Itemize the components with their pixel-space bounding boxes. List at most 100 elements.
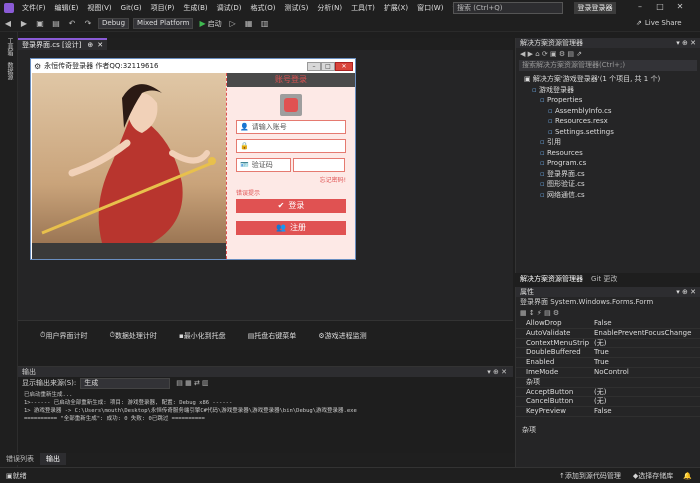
layout-icon[interactable]: ▦ [244, 19, 254, 29]
form-close-icon[interactable]: ✕ [335, 61, 353, 71]
solution-tree-item[interactable]: ▫ 网络通信.cs [516, 190, 700, 201]
output-panel: 输出 ▾ ⊕ ✕ 显示输出来源(S): 生成 ▤ ▦ ⇄ ▥ 已启动重新生成..… [18, 366, 513, 452]
property-row[interactable]: DoubleBuffered True [516, 348, 700, 359]
menu-item[interactable]: 工具(T) [351, 3, 375, 13]
output-tool-icons[interactable]: ▤ ▦ ⇄ ▥ [176, 379, 208, 387]
captcha-image[interactable] [293, 158, 345, 172]
menu-item[interactable]: 分析(N) [317, 3, 342, 13]
tab-error-list[interactable]: 错误列表 [0, 454, 40, 464]
password-input[interactable]: 🔒 [236, 139, 346, 153]
property-row[interactable]: KeyPreview False [516, 407, 700, 417]
solution-tree-item[interactable]: ▫ Settings.settings [516, 127, 700, 138]
properties-tool-icons[interactable]: ▦ ↕ ⚡ ▤ ⚙ [516, 308, 700, 319]
visual-studio-logo-icon [4, 3, 14, 13]
panel-menu-icon[interactable]: ▾ ⊕ ✕ [676, 287, 696, 297]
tray-item-notify[interactable]: ▪ 最小化到托盘 [179, 331, 226, 341]
property-row[interactable]: AllowDrop False [516, 319, 700, 329]
tab-git-changes[interactable]: Git 更改 [587, 274, 621, 284]
account-input[interactable]: 👤 请输入账号 [236, 120, 346, 134]
toolbox-tab[interactable]: 工具箱 [5, 38, 14, 56]
form-minimize-icon[interactable]: – [307, 61, 321, 71]
menu-item[interactable]: 窗口(W) [417, 3, 443, 13]
solution-title-badge: 登录登录器 [574, 2, 616, 14]
select-repo-button[interactable]: 选择存储库 [638, 471, 673, 481]
tray-item-process-monitor[interactable]: ⚙ 游戏进程监测 [318, 331, 366, 341]
designed-form[interactable]: ⚙ 永恒传奇登录器 作者QQ:32119616 – □ ✕ 账号登录 👤 请输入… [30, 58, 356, 260]
configuration-select[interactable]: Debug [98, 18, 130, 29]
login-button[interactable]: ✔ 登录 [236, 199, 346, 213]
tray-item-context-menu[interactable]: ▤ 托盘右键菜单 [248, 331, 297, 341]
property-row[interactable]: ContextMenuStrip (无) [516, 339, 700, 349]
solution-search-input[interactable]: 搜索解决方案资源管理器(Ctrl+;) [519, 60, 697, 71]
file-icon: ▫ [540, 159, 547, 167]
menu-item[interactable]: 扩展(X) [384, 3, 408, 13]
menu-item[interactable]: 项目(P) [151, 3, 175, 13]
component-tray: ⏱ 用户界面计时 ⏱ 数据处理计时 ▪ 最小化到托盘 ▤ 托盘右键菜单 ⚙ 游戏… [18, 320, 513, 350]
property-row[interactable]: ImeMode NoControl [516, 368, 700, 378]
solution-tree-item[interactable]: ▫ Properties [516, 95, 700, 106]
solution-tree-item[interactable]: ▫ AssemblyInfo.cs [516, 106, 700, 117]
minimize-icon[interactable]: – [630, 2, 650, 11]
live-share-button[interactable]: ⇗ Live Share [636, 19, 682, 27]
property-row[interactable]: Enabled True [516, 358, 700, 368]
solution-explorer-header: 解决方案资源管理器 ▾ ⊕ ✕ [516, 38, 700, 48]
menu-item[interactable]: 调试(D) [217, 3, 242, 13]
notification-bell-icon[interactable]: 🔔 [683, 472, 692, 480]
save-icon[interactable]: ▤ [51, 19, 61, 29]
property-row[interactable]: CancelButton (无) [516, 397, 700, 408]
tray-item-ui-timer[interactable]: ⏱ 用户界面计时 [40, 331, 87, 341]
properties-object-select[interactable]: 登录界面 System.Windows.Forms.Form [516, 297, 700, 308]
menu-item[interactable]: 生成(B) [183, 3, 207, 13]
menu-item[interactable]: 编辑(E) [55, 3, 79, 13]
tab-output[interactable]: 输出 [40, 453, 66, 465]
property-row[interactable]: AcceptButton (无) [516, 388, 700, 398]
forgot-password-link[interactable]: 忘记密码! [227, 175, 346, 184]
panel-menu-icon[interactable]: ▾ ⊕ ✕ [487, 367, 507, 377]
file-icon: ▫ [540, 190, 547, 199]
solution-tree-item[interactable]: ▫ Resources [516, 148, 700, 159]
solution-tree-item[interactable]: ▫ Program.cs [516, 158, 700, 169]
solution-tool-icons[interactable]: ◀ ▶ ⌂ ⟳ ▣ ⚙ ▤ ⇗ [520, 50, 582, 58]
menu-item[interactable]: Git(G) [121, 4, 142, 12]
property-row[interactable]: 杂项 [516, 378, 700, 388]
menu-item[interactable]: 视图(V) [87, 3, 111, 13]
search-input[interactable]: 搜索 (Ctrl+Q) [453, 2, 563, 14]
property-row[interactable]: AutoValidate EnablePreventFocusChange [516, 329, 700, 339]
start-button[interactable]: ▶ 启动 [199, 19, 221, 29]
close-tab-icon[interactable]: ✕ [97, 40, 103, 50]
output-source-select[interactable]: 生成 [80, 377, 171, 389]
output-line: 1> 游戏登录器 -> C:\Users\mouth\Desktop\永恒传奇服… [24, 408, 357, 414]
solution-root[interactable]: ▣ 解决方案'游戏登录器'(1 个项目, 共 1 个) [516, 74, 700, 85]
tab-solution-explorer[interactable]: 解决方案资源管理器 [516, 274, 587, 284]
tab-login-designer[interactable]: 登录界面.cs [设计] ⊕ ✕ [18, 38, 108, 50]
redo-icon[interactable]: ↷ [83, 19, 93, 29]
menu-item[interactable]: 格式(O) [250, 3, 275, 13]
solution-tree-item[interactable]: ▫ 游戏登录器 [516, 85, 700, 96]
close-icon[interactable]: ✕ [670, 2, 690, 11]
platform-select[interactable]: Mixed Platform [133, 18, 194, 29]
register-button[interactable]: 👥 注册 [236, 221, 346, 235]
undo-icon[interactable]: ↶ [67, 19, 77, 29]
menu-item[interactable]: 测试(S) [284, 3, 308, 13]
panel-menu-icon[interactable]: ▾ ⊕ ✕ [676, 38, 696, 48]
play-icon: ▶ [199, 19, 206, 28]
tray-item-data-timer[interactable]: ⏱ 数据处理计时 [109, 331, 156, 341]
menu-item[interactable]: 文件(F) [22, 3, 46, 13]
grid-icon[interactable]: ▥ [260, 19, 270, 29]
maximize-icon[interactable]: □ [650, 2, 670, 11]
datasource-tab[interactable]: 数据源 [5, 62, 14, 80]
avatar [280, 94, 302, 116]
solution-tree-item[interactable]: ▫ 登录界面.cs [516, 169, 700, 180]
solution-tree-item[interactable]: ▫ Resources.resx [516, 116, 700, 127]
play-outline-icon[interactable]: ▷ [228, 19, 238, 29]
output-line: ========== "全部重新生成": 成功: 0 失败: 0已跳过 ====… [24, 416, 205, 422]
forward-icon[interactable]: ▶ [19, 19, 29, 29]
solution-tree-item[interactable]: ▫ 图形验证.cs [516, 179, 700, 190]
form-maximize-icon[interactable]: □ [321, 61, 335, 71]
new-item-icon[interactable]: ▣ [35, 19, 45, 29]
back-icon[interactable]: ◀ [3, 19, 13, 29]
solution-tree-item[interactable]: ▫ 引用 [516, 137, 700, 148]
pin-icon[interactable]: ⊕ [87, 40, 93, 50]
add-source-control-button[interactable]: 添加到源代码管理 [565, 471, 621, 481]
captcha-input[interactable]: 🪪 验证码 [236, 158, 291, 172]
